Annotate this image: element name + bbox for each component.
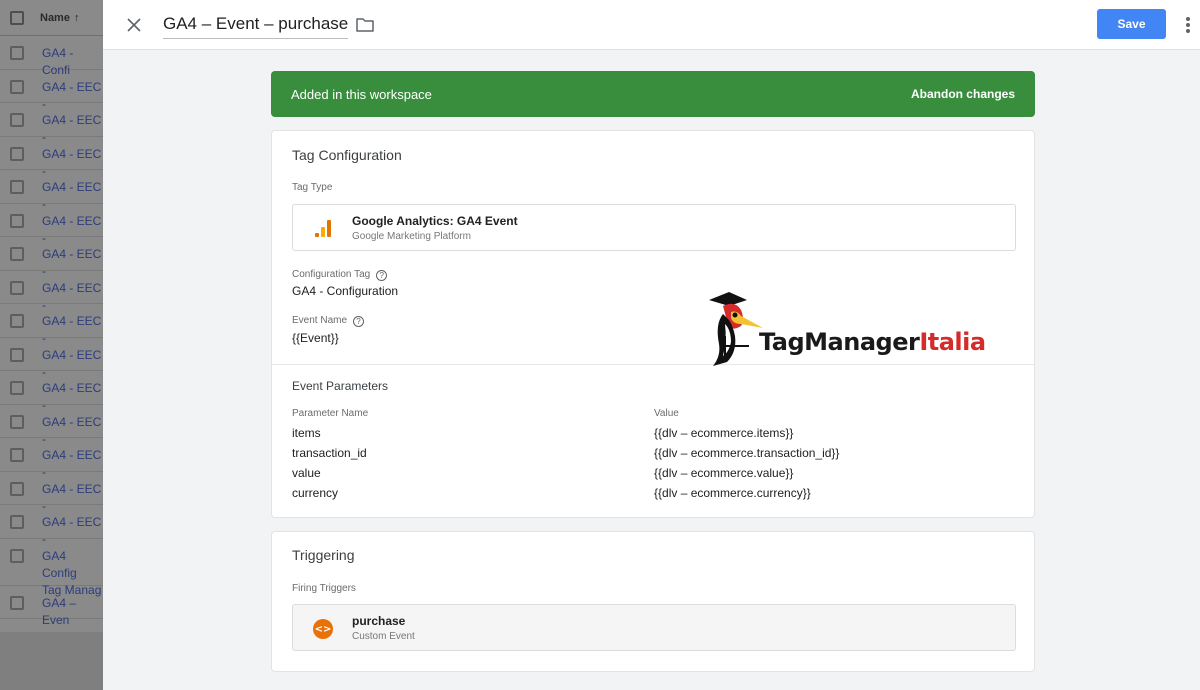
banner-text: Added in this workspace: [291, 86, 432, 102]
help-icon[interactable]: ?: [353, 316, 365, 327]
google-analytics-icon: [315, 219, 331, 237]
configuration-tag-label-text: Configuration Tag: [292, 269, 371, 280]
row-checkbox[interactable]: [10, 381, 24, 395]
abandon-changes-link[interactable]: Abandon changes: [911, 87, 1015, 101]
event-parameters-title: Event Parameters: [292, 379, 389, 393]
row-checkbox[interactable]: [10, 448, 24, 462]
more-vert-dot: [1186, 23, 1190, 27]
row-checkbox[interactable]: [10, 146, 24, 161]
tag-name-link[interactable]: GA4 - EEC -: [42, 380, 103, 414]
tag-configuration-title: Tag Configuration: [292, 147, 402, 163]
row-checkbox[interactable]: [10, 180, 24, 194]
editor-topbar: GA4 – Event – purchase Save: [103, 0, 1200, 50]
select-all-checkbox[interactable]: [10, 10, 24, 25]
tag-type-box[interactable]: Google Analytics: GA4 Event Google Marke…: [292, 204, 1016, 251]
save-button[interactable]: Save: [1097, 9, 1166, 39]
tag-name-link[interactable]: GA4 - EEC -: [42, 414, 103, 448]
param-name: value: [292, 466, 321, 480]
param-name: items: [292, 426, 321, 440]
tag-title[interactable]: GA4 – Event – purchase: [163, 14, 349, 39]
configuration-tag-label: Configuration Tag?: [292, 269, 388, 281]
row-checkbox[interactable]: [10, 247, 24, 261]
tag-name-link[interactable]: GA4 - EEC -: [42, 280, 103, 314]
tagmanageritalia-watermark: TagManagerItalia: [701, 290, 1001, 370]
row-checkbox[interactable]: [10, 314, 24, 328]
param-value: {{dlv – ecommerce.items}}: [654, 426, 794, 440]
row-checkbox[interactable]: [10, 347, 24, 362]
param-value: {{dlv – ecommerce.value}}: [654, 466, 794, 480]
tag-list-header: Name ↑: [0, 0, 103, 36]
background-footer: [0, 632, 103, 690]
triggering-title: Triggering: [292, 547, 355, 563]
workspace-status-banner: Added in this workspace Abandon changes: [271, 71, 1035, 117]
more-vert-dot: [1186, 29, 1190, 33]
tag-type-name: Google Analytics: GA4 Event: [352, 214, 518, 228]
tag-name-link[interactable]: GA4 - EEC -: [42, 447, 103, 481]
name-column-header[interactable]: Name: [40, 12, 70, 24]
firing-trigger-item[interactable]: <> purchase Custom Event: [292, 604, 1016, 651]
triggering-card[interactable]: Triggering Firing Triggers <> purchase C…: [271, 531, 1035, 672]
row-checkbox[interactable]: [10, 213, 24, 228]
sort-arrow-icon: ↑: [73, 11, 80, 24]
firing-triggers-label: Firing Triggers: [292, 583, 356, 594]
row-checkbox[interactable]: [10, 79, 24, 94]
tag-name-link[interactable]: GA4 Config Tag Manag: [42, 548, 103, 599]
row-checkbox[interactable]: [10, 548, 24, 563]
row-checkbox[interactable]: [10, 515, 24, 529]
tag-type-provider: Google Marketing Platform: [352, 231, 471, 242]
tag-name-link[interactable]: GA4 – Even: [42, 595, 103, 629]
tag-name-link[interactable]: GA4 - EEC -: [42, 179, 103, 213]
tag-name-link[interactable]: GA4 - EEC -: [42, 213, 103, 247]
tagmanageritalia-logo-text: TagManagerItalia: [759, 328, 986, 356]
custom-event-icon: <>: [313, 619, 333, 639]
brand-main-text: TagManager: [759, 328, 920, 356]
tag-name-link[interactable]: GA4 - EEC -: [42, 246, 103, 280]
brand-accent-text: Italia: [919, 328, 986, 356]
tag-name-link[interactable]: GA4 - EEC -: [42, 79, 103, 113]
tag-name-link[interactable]: GA4 - Confi: [42, 45, 103, 79]
more-vert-icon: [1186, 17, 1190, 21]
folder-icon: [356, 18, 374, 32]
event-name-label: Event Name?: [292, 315, 365, 327]
folder-button[interactable]: [355, 15, 375, 35]
more-options-button[interactable]: [1181, 14, 1195, 36]
tag-name-link[interactable]: GA4 - EEC -: [42, 347, 103, 381]
help-icon[interactable]: ?: [376, 270, 388, 281]
tag-name-link[interactable]: GA4 - EEC -: [42, 313, 103, 347]
table-row[interactable]: GA4 - Confi: [0, 36, 103, 77]
tag-type-label: Tag Type: [292, 182, 333, 193]
param-value: {{dlv – ecommerce.transaction_id}}: [654, 446, 840, 460]
tag-name-link[interactable]: GA4 - EEC -: [42, 146, 103, 180]
row-checkbox[interactable]: [10, 113, 24, 127]
event-name-value: {{Event}}: [292, 331, 339, 345]
param-value: {{dlv – ecommerce.currency}}: [654, 486, 811, 500]
row-checkbox[interactable]: [10, 280, 24, 295]
parameter-name-header: Parameter Name: [292, 408, 369, 419]
param-name: transaction_id: [292, 446, 367, 460]
tag-name-link[interactable]: GA4 - EEC -: [42, 112, 103, 146]
background-tag-list: Name ↑ GA4 - Confi GA4 - EEC - GA4 - EEC -…: [0, 0, 103, 690]
param-name: currency: [292, 486, 339, 500]
trigger-name: purchase: [352, 614, 406, 628]
event-name-label-text: Event Name: [292, 315, 348, 326]
tag-name-link[interactable]: GA4 - EEC -: [42, 481, 103, 515]
configuration-tag-value: GA4 - Configuration: [292, 284, 399, 298]
parameter-value-header: Value: [654, 408, 679, 419]
row-checkbox[interactable]: [10, 595, 24, 610]
row-checkbox[interactable]: [10, 481, 24, 496]
tag-name-link[interactable]: GA4 - EEC -: [42, 514, 103, 548]
close-icon: [127, 18, 141, 32]
trigger-type: Custom Event: [352, 631, 415, 642]
close-button[interactable]: [123, 14, 145, 36]
row-checkbox[interactable]: [10, 46, 24, 60]
row-checkbox[interactable]: [10, 414, 24, 429]
tag-editor-panel: GA4 – Event – purchase Save Added in thi…: [103, 0, 1200, 690]
